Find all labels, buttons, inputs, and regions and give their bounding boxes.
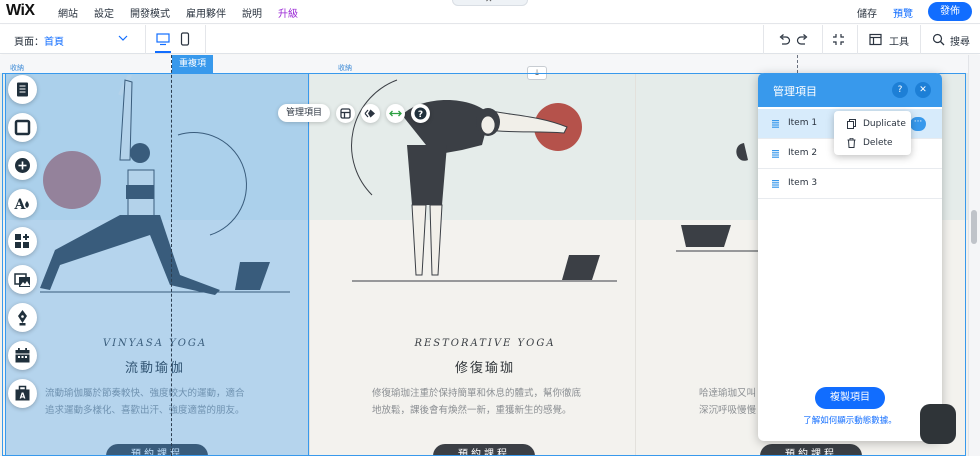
calendar-icon xyxy=(15,348,30,363)
panel-title: 管理項目 xyxy=(773,85,817,98)
image-icon xyxy=(14,273,30,287)
drag-handle-icon[interactable] xyxy=(772,150,779,158)
svg-text:A: A xyxy=(20,392,26,401)
manage-items-button[interactable]: 管理項目 xyxy=(278,104,331,122)
help-icon[interactable]: ? xyxy=(892,82,908,98)
toolbar-divider xyxy=(205,25,206,54)
tools-icon[interactable] xyxy=(869,33,882,46)
toolbar-divider xyxy=(822,25,823,54)
menu-item-delete[interactable]: Delete xyxy=(834,133,911,152)
editor-toolbar: 頁面：首頁 工具 搜尋 xyxy=(0,25,980,54)
canvas-scrollbar[interactable] xyxy=(968,55,980,456)
toolbar-divider xyxy=(763,25,764,54)
theme-button[interactable]: A xyxy=(8,189,37,218)
font-color-icon: A xyxy=(14,197,29,212)
item-label: Item 1 xyxy=(788,118,818,128)
animation-icon xyxy=(364,109,375,118)
drag-handle-icon[interactable] xyxy=(772,120,779,128)
page-value: 首頁 xyxy=(44,37,64,48)
add-element-button[interactable] xyxy=(8,151,37,180)
stretch-icon xyxy=(389,110,402,117)
chat-widget[interactable] xyxy=(920,404,956,444)
scrollbar-thumb[interactable] xyxy=(971,210,977,244)
duplicate-icon xyxy=(847,119,856,129)
tools-button[interactable]: 工具 xyxy=(889,33,909,48)
mobile-icon[interactable] xyxy=(178,32,192,46)
pen-icon xyxy=(18,310,27,326)
zoom-out-icon[interactable] xyxy=(832,33,845,46)
apps-icon xyxy=(15,234,29,248)
collapse-label[interactable]: 收納 xyxy=(10,63,24,73)
menu-item-label: Delete xyxy=(863,138,893,148)
menu-item-duplicate[interactable]: Duplicate xyxy=(834,114,911,133)
help-icon: ? xyxy=(414,107,427,120)
my-business-button[interactable]: A xyxy=(8,379,37,408)
blog-button[interactable] xyxy=(8,303,37,332)
page-label: 頁面： xyxy=(14,37,44,48)
help-button[interactable]: ? xyxy=(411,104,430,123)
menu-upgrade[interactable]: 升級 xyxy=(278,5,298,20)
menu-dev-mode[interactable]: 開發模式 xyxy=(130,5,170,20)
pages-icon xyxy=(17,82,28,97)
top-menu-bar: WiX 網站 設定 開發模式 雇用夥伴 說明 升級 ✕ 儲存 預覽 發佈 xyxy=(0,0,980,24)
close-icon[interactable]: ✕ xyxy=(485,0,493,5)
preview-button[interactable]: 預覽 xyxy=(893,5,913,20)
bookings-button[interactable] xyxy=(8,341,37,370)
redo-icon[interactable] xyxy=(796,33,809,46)
menu-site[interactable]: 網站 xyxy=(58,5,78,20)
search-icon[interactable] xyxy=(932,33,945,46)
desktop-icon[interactable] xyxy=(156,32,170,46)
menu-hire-partner[interactable]: 雇用夥伴 xyxy=(186,5,226,20)
menu-item-label: Duplicate xyxy=(863,119,906,129)
item-label: Item 2 xyxy=(788,148,818,158)
close-icon[interactable]: ✕ xyxy=(915,82,931,98)
undo-icon[interactable] xyxy=(778,33,791,46)
duplicate-item-button[interactable]: 複製項目 xyxy=(815,387,885,409)
snap-guide xyxy=(171,55,172,456)
more-actions-button[interactable]: ··· xyxy=(910,117,926,131)
desktop-active-indicator xyxy=(155,51,171,53)
menu-help[interactable]: 說明 xyxy=(242,5,262,20)
menu-settings[interactable]: 設定 xyxy=(94,5,114,20)
collapse-label[interactable]: 收納 xyxy=(338,63,352,73)
pages-button[interactable] xyxy=(8,75,37,104)
publish-button[interactable]: 發佈 xyxy=(928,2,972,21)
item-label: Item 3 xyxy=(788,178,818,188)
background-button[interactable] xyxy=(8,113,37,142)
wix-logo[interactable]: WiX xyxy=(6,2,35,20)
top-menu: 網站 設定 開發模式 雇用夥伴 說明 升級 xyxy=(58,5,298,20)
media-button[interactable] xyxy=(8,265,37,294)
app-market-button[interactable] xyxy=(8,227,37,256)
plus-icon xyxy=(15,158,30,173)
trash-icon xyxy=(847,138,856,148)
chevron-down-icon[interactable] xyxy=(118,33,128,43)
repeater-tab[interactable]: 重複項 xyxy=(172,55,213,73)
panel-header: 管理項目 ? ✕ xyxy=(758,73,942,107)
page-selector[interactable]: 頁面：首頁 xyxy=(14,33,64,48)
snap-guide xyxy=(797,55,798,73)
animation-button[interactable] xyxy=(361,104,380,123)
briefcase-icon: A xyxy=(15,385,30,401)
svg-text:A: A xyxy=(14,197,27,212)
layout-icon xyxy=(340,108,351,119)
stretch-button[interactable] xyxy=(386,104,405,123)
toolbar-divider xyxy=(857,25,858,54)
canvas-top-strip xyxy=(0,55,968,73)
search-button[interactable]: 搜尋 xyxy=(950,33,970,48)
list-item[interactable]: Item 3 xyxy=(758,169,942,199)
layout-button[interactable] xyxy=(336,104,355,123)
save-button[interactable]: 儲存 xyxy=(857,5,877,20)
drag-handle-icon[interactable] xyxy=(772,180,779,188)
toolbar-divider xyxy=(920,25,921,54)
background-icon xyxy=(14,119,31,136)
svg-text:?: ? xyxy=(418,110,423,120)
learn-dynamic-data-link[interactable]: 了解如何顯示動態數據。 xyxy=(758,414,942,426)
item-context-menu: Duplicate Delete xyxy=(834,111,911,155)
toolbar-divider xyxy=(145,25,146,54)
